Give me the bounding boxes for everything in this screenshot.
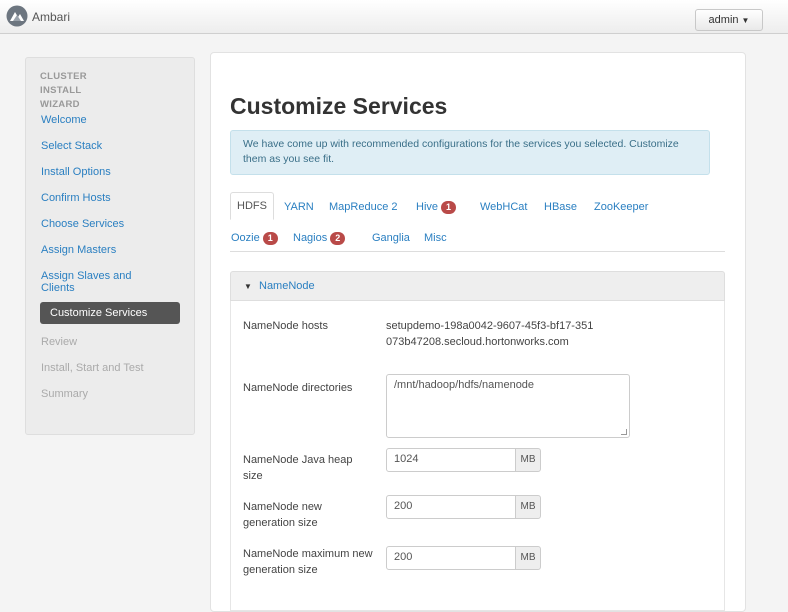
tab-webhcat[interactable]: WebHCat: [480, 200, 527, 214]
namenode-heap-label: NameNode Java heap size: [243, 454, 353, 482]
tab-label: Nagios: [293, 232, 328, 244]
tab-label: WebHCat: [480, 201, 528, 213]
unit-addon: MB: [515, 448, 541, 472]
namenode-directories-label: NameNode directories: [243, 382, 353, 394]
namenode-hosts-label: NameNode hosts: [243, 320, 328, 332]
warning-count-badge: 1: [262, 231, 278, 245]
namenode-maxnewgen-input[interactable]: 200: [386, 546, 516, 570]
wizard-sidebar: CLUSTER INSTALL WIZARD Welcome Select St…: [25, 57, 195, 435]
tab-yarn[interactable]: YARN: [284, 200, 314, 214]
tab-hdfs[interactable]: HDFS: [230, 192, 274, 220]
tab-zookeeper[interactable]: ZooKeeper: [594, 200, 648, 214]
app-title[interactable]: Ambari: [32, 10, 70, 24]
tab-label: MapReduce 2: [329, 201, 398, 213]
tab-label: ZooKeeper: [594, 201, 649, 213]
warning-count-badge: 2: [330, 231, 346, 245]
section-title: NameNode: [259, 280, 315, 292]
caret-down-icon: ▼: [741, 16, 750, 25]
tab-label: Oozie: [231, 232, 260, 244]
unit-addon: MB: [515, 495, 541, 519]
sidebar-item-select-stack[interactable]: Select Stack: [41, 140, 179, 152]
sidebar-item-assign-masters[interactable]: Assign Masters: [41, 244, 179, 256]
sidebar-item-install-options[interactable]: Install Options: [41, 166, 179, 178]
tab-label: HDFS: [237, 200, 267, 212]
service-tabs: HDFS YARN MapReduce 2 Hive 1 WebHCat HBas…: [230, 192, 725, 252]
tab-oozie[interactable]: Oozie 1: [231, 231, 278, 245]
sidebar-item-review: Review: [41, 336, 78, 348]
sidebar-item-install-start-test: Install, Start and Test: [41, 362, 144, 374]
warning-count-badge: 1: [441, 200, 457, 214]
namenode-heap-input[interactable]: 1024: [386, 448, 516, 472]
top-navbar: Ambari admin ▼: [0, 0, 788, 34]
sidebar-item-choose-services[interactable]: Choose Services: [41, 218, 179, 230]
user-name: admin: [708, 14, 739, 26]
tab-hbase[interactable]: HBase: [544, 200, 577, 214]
namenode-maxnewgen-label: NameNode maximum new generation size: [243, 548, 373, 576]
namenode-newgen-label: NameNode new generation size: [243, 501, 322, 529]
tab-label: Hive: [416, 201, 439, 213]
namenode-newgen-input[interactable]: 200: [386, 495, 516, 519]
tab-label: HBase: [544, 201, 578, 213]
sidebar-item-confirm-hosts[interactable]: Confirm Hosts: [41, 192, 179, 204]
tab-ganglia[interactable]: Ganglia: [372, 231, 410, 245]
sidebar-item-customize-services[interactable]: Customize Services: [40, 302, 180, 324]
tab-misc[interactable]: Misc: [424, 231, 447, 245]
namenode-directories-textarea[interactable]: /mnt/hadoop/hdfs/namenode: [386, 374, 630, 438]
namenode-section-header[interactable]: ▼ NameNode: [230, 271, 725, 301]
tab-nagios[interactable]: Nagios 2: [293, 231, 346, 245]
sidebar-item-summary: Summary: [41, 388, 89, 400]
page-title: Customize Services: [230, 93, 448, 119]
resize-grip-icon[interactable]: [621, 429, 627, 435]
sidebar-header: CLUSTER INSTALL WIZARD: [40, 71, 87, 110]
caret-down-icon: ▼: [244, 282, 252, 291]
unit-addon: MB: [515, 546, 541, 570]
tab-label: YARN: [284, 201, 314, 213]
sidebar-item-welcome[interactable]: Welcome: [41, 114, 179, 126]
tab-hive[interactable]: Hive 1: [416, 200, 457, 214]
tab-label: Misc: [424, 232, 447, 244]
ambari-logo-icon[interactable]: [6, 5, 28, 27]
info-alert: We have come up with recommended configu…: [230, 130, 710, 175]
user-menu-button[interactable]: admin ▼: [695, 9, 763, 31]
sidebar-item-assign-slaves-clients[interactable]: Assign Slaves and Clients: [41, 270, 161, 294]
textarea-value: /mnt/hadoop/hdfs/namenode: [394, 379, 535, 391]
tab-label: Ganglia: [372, 232, 410, 244]
tab-mapreduce2[interactable]: MapReduce 2: [329, 200, 398, 214]
namenode-hosts-value: setupdemo-198a0042-9607-45f3-bf17-351073…: [386, 320, 594, 348]
